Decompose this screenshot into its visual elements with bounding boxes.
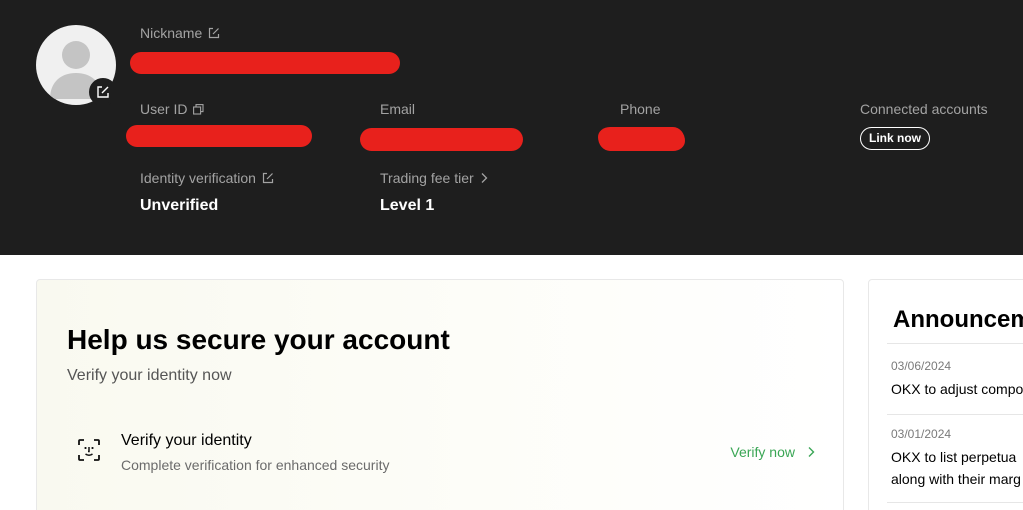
announcement-text: OKX to list perpetua [891, 449, 1017, 465]
secure-account-subtitle: Verify your identity now [67, 367, 232, 384]
identity-verification-value: Unverified [140, 197, 219, 214]
phone-label: Phone [620, 101, 661, 117]
email-label: Email [380, 101, 416, 117]
verify-identity-title: Verify your identity [121, 432, 252, 449]
verify-identity-row[interactable]: Verify your identity Complete verificati… [67, 426, 815, 476]
announcements-divider [887, 502, 1023, 503]
profile-header: Nickname User ID Email Phone Connected a… [0, 0, 1023, 255]
announcement-text: along with their marg [891, 471, 1021, 487]
phone-value-redacted [598, 127, 685, 151]
nickname-field: Nickname [140, 24, 220, 42]
nickname-edit-icon[interactable] [208, 27, 220, 39]
trading-fee-tier-label: Trading fee tier [380, 170, 474, 186]
chevron-right-icon [808, 447, 815, 457]
connected-accounts-label: Connected accounts [860, 101, 988, 117]
edit-icon [97, 86, 109, 98]
account-overview-page: Nickname User ID Email Phone Connected a… [0, 0, 1023, 510]
nickname-label: Nickname [140, 25, 203, 41]
email-field: Email [380, 100, 415, 118]
email-value-redacted [360, 128, 523, 151]
user-id-value-redacted [126, 125, 312, 147]
avatar-edit-button[interactable] [89, 78, 117, 106]
announcement-text: OKX to adjust compo [891, 381, 1023, 397]
chevron-right-icon [480, 172, 488, 184]
announcement-item[interactable]: 03/01/2024 OKX to list perpetua along wi… [891, 426, 1023, 490]
nickname-value-redacted [130, 52, 400, 74]
announcements-divider [887, 414, 1023, 415]
secure-account-card: Help us secure your account Verify your … [36, 279, 844, 510]
announcement-item[interactable]: 03/06/2024 OKX to adjust compo [891, 358, 1023, 400]
trading-fee-tier-value: Level 1 [380, 197, 435, 214]
copy-icon[interactable] [193, 103, 205, 115]
announcements-title: Announcem [893, 306, 1023, 333]
identity-verification-label: Identity verification [140, 170, 256, 186]
connected-accounts-field: Connected accounts [860, 100, 988, 118]
verify-identity-description: Complete verification for enhanced secur… [121, 457, 390, 473]
phone-field: Phone [620, 100, 660, 118]
face-scan-icon [78, 439, 100, 461]
identity-verification-field: Identity verification [140, 169, 274, 187]
avatar-container [36, 25, 117, 106]
announcements-divider [887, 343, 1023, 344]
identity-edit-icon[interactable] [262, 172, 274, 184]
announcement-date: 03/01/2024 [891, 427, 952, 441]
link-now-button[interactable]: Link now [860, 127, 930, 150]
verify-now-label: Verify now [730, 444, 795, 460]
verify-now-link[interactable]: Verify now [730, 444, 815, 460]
announcements-card: Announcem 03/06/2024 OKX to adjust compo… [868, 279, 1023, 510]
trading-fee-tier-link[interactable]: Trading fee tier [380, 169, 488, 187]
user-id-field: User ID [140, 100, 205, 118]
announcement-date: 03/06/2024 [891, 359, 952, 373]
user-id-label: User ID [140, 101, 188, 117]
secure-account-title: Help us secure your account [67, 324, 450, 355]
